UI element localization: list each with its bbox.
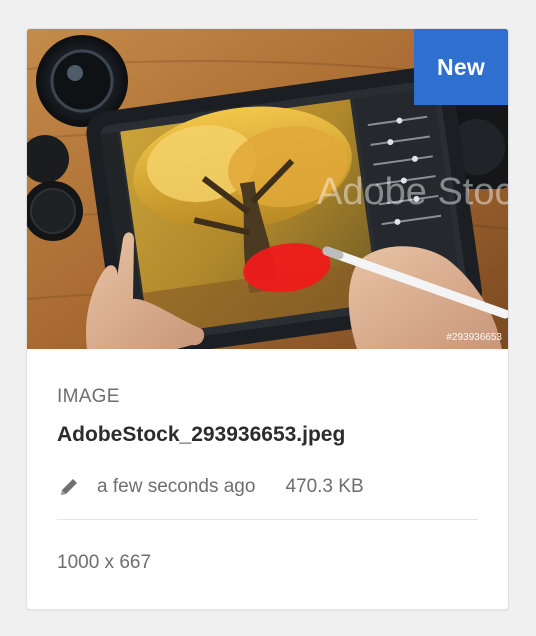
asset-type-label: IMAGE [57, 386, 120, 407]
image-dimensions: 1000 x 667 [57, 552, 152, 573]
stock-watermark: Adobe Stock [317, 171, 508, 213]
asset-thumbnail[interactable]: Adobe Stock New #293936653 [27, 29, 508, 349]
pencil-icon [57, 475, 81, 499]
asset-filename[interactable]: AdobeStock_293936653.jpeg [57, 423, 345, 447]
divider [57, 519, 478, 520]
new-badge: New [414, 29, 508, 105]
stock-id-label: #293936653 [446, 332, 502, 343]
modified-time: a few seconds ago [97, 476, 256, 497]
asset-card[interactable]: Adobe Stock New #293936653 IMAGE AdobeSt… [26, 28, 509, 610]
modified-row: a few seconds ago 470.3 KB [57, 473, 364, 501]
file-size: 470.3 KB [285, 476, 364, 497]
